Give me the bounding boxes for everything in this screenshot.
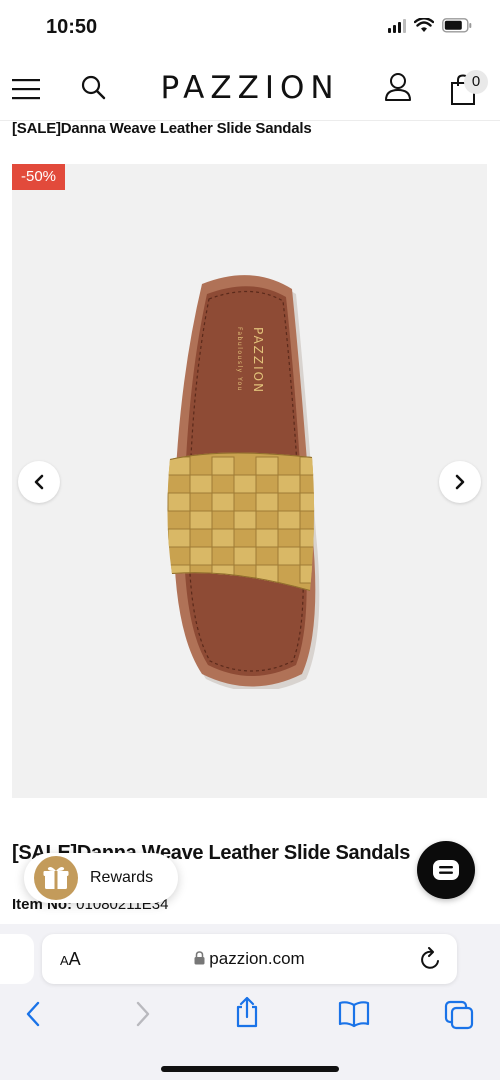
lock-icon [194,951,205,965]
url-display[interactable]: pazzion.com [42,949,457,969]
sale-badge: -50% [12,164,65,190]
insole-logo-text: PAZZION [251,327,265,394]
site-header: PAZZION 0 [0,56,500,118]
reload-icon[interactable] [420,947,442,971]
chevron-left-icon [34,474,44,490]
account-icon[interactable] [384,72,412,102]
product-image-sandal: PAZZION Fabulously You [167,275,320,689]
chat-icon [433,860,459,880]
gift-icon [34,856,78,900]
chevron-right-icon [455,474,465,490]
status-icons [388,18,472,33]
gallery-prev-button[interactable] [18,461,60,503]
product-image-gallery[interactable]: -50% PAZZION Fabulously You [12,164,487,798]
url-text: pazzion.com [209,949,305,968]
home-indicator [161,1066,339,1072]
site-logo[interactable]: PAZZION [0,70,500,106]
back-arrow-icon[interactable] [22,1000,46,1028]
bookmarks-book-icon[interactable] [338,1000,370,1028]
cart-button[interactable]: 0 [450,70,490,106]
cellular-signal-icon [388,18,406,33]
tabs-icon[interactable] [444,1000,474,1030]
browser-toolbar [0,996,500,1040]
browser-chrome: AA pazzion.com [0,924,500,1080]
status-time: 10:50 [46,16,98,38]
page-title: [SALE]Danna Weave Leather Slide Sandals [12,120,312,137]
address-bar[interactable]: AA pazzion.com [42,934,457,984]
status-bar: 10:50 [0,0,500,56]
forward-arrow-icon[interactable] [130,1000,154,1028]
chat-button[interactable] [417,841,475,899]
insole-tagline-text: Fabulously You [236,327,243,392]
gallery-next-button[interactable] [439,461,481,503]
rewards-label: Rewards [90,869,154,886]
battery-icon [442,18,472,33]
previous-tab-preview[interactable] [0,934,34,984]
wifi-icon [414,18,434,32]
share-icon[interactable] [234,996,260,1028]
rewards-button[interactable]: Rewards [24,853,178,903]
cart-count-badge: 0 [464,70,488,94]
